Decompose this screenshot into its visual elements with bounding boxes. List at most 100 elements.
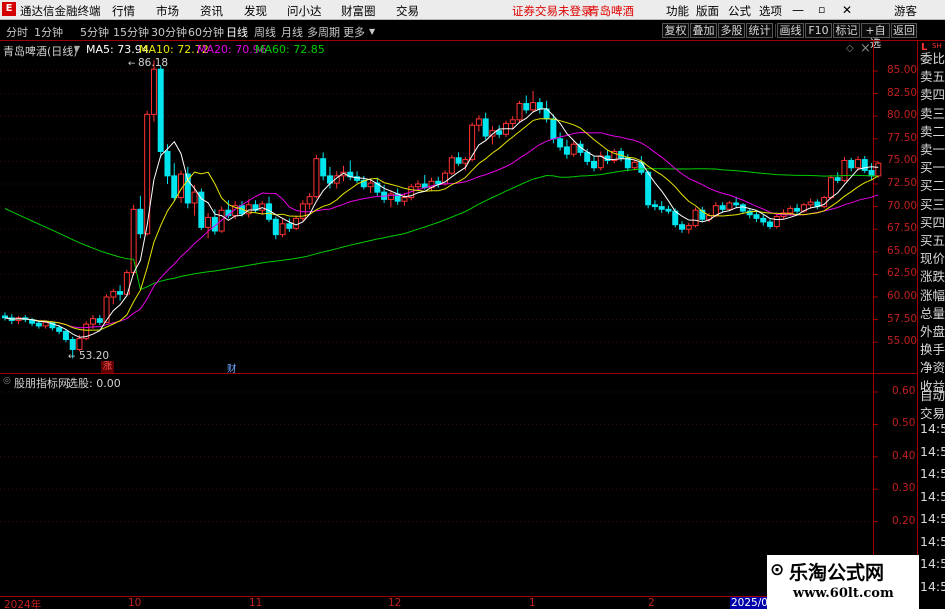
maximize-icon[interactable]: ▫ [818, 3, 825, 16]
btn-back[interactable]: 返回 [891, 23, 917, 38]
candle-body [475, 118, 482, 126]
period-1min[interactable]: 1分钟 [34, 24, 63, 40]
btn-draw-line[interactable]: 画线 [777, 23, 804, 38]
menu-function[interactable]: 功能 [666, 3, 689, 19]
btn-statistics[interactable]: 统计 [746, 23, 773, 38]
side-label: 现价 [920, 251, 945, 267]
period-intraday[interactable]: 分时 [6, 24, 28, 40]
candle-body [780, 212, 787, 218]
event-marker-up[interactable]: 涨 [101, 361, 114, 373]
period-15min[interactable]: 15分钟 [113, 24, 149, 40]
xaxis-label-2024: 2024年 [4, 599, 42, 609]
period-multi[interactable]: 多周期 [307, 24, 340, 40]
candle-body [205, 216, 212, 228]
candle-body [442, 172, 449, 185]
period-monthly[interactable]: 月线 [281, 24, 303, 40]
candle-body [645, 171, 652, 206]
candle-body [123, 272, 130, 295]
side-label: 外盘 [920, 324, 945, 339]
title-bar: E 通达信金融终端 行情 市场 资讯 发现 问小达 财富圈 交易 证券交易未登录… [0, 0, 945, 20]
price-axis-label: 57.50 [887, 312, 918, 325]
menu-discover[interactable]: 发现 [244, 3, 267, 19]
side-label: 买五 [920, 233, 945, 248]
period-30min[interactable]: 30分钟 [151, 24, 187, 40]
indicator-settings-icon[interactable]: ◎ [3, 376, 11, 386]
candle-body [56, 327, 63, 332]
candle-body [577, 143, 584, 153]
candle-body [178, 173, 185, 199]
ma5-line [4, 108, 879, 338]
candle-body [306, 196, 313, 205]
candle-body [110, 291, 117, 298]
more-dropdown-icon[interactable]: ▼ [369, 27, 375, 36]
btn-overlay[interactable]: 叠加 [690, 23, 717, 38]
menu-layout[interactable]: 版面 [696, 3, 719, 19]
btn-f10[interactable]: F10 [805, 23, 832, 38]
candle-body [2, 315, 8, 319]
candle-body [733, 202, 740, 206]
candle-body [326, 175, 333, 184]
minimize-panel-icon[interactable]: ◇ [846, 43, 854, 54]
period-60min[interactable]: 60分钟 [188, 24, 224, 40]
candle-body [455, 157, 462, 164]
candle-body [807, 201, 814, 206]
menu-trade[interactable]: 交易 [396, 3, 419, 19]
candle-body [333, 175, 340, 184]
candle-body [827, 177, 834, 199]
side-panel-border [917, 40, 918, 609]
candle-body [672, 210, 679, 226]
period-weekly[interactable]: 周线 [254, 24, 276, 40]
btn-adjust[interactable]: 复权 [662, 23, 689, 38]
top-border [0, 40, 945, 41]
app-title: 通达信金融终端 [20, 4, 101, 18]
menu-market-center[interactable]: 市场 [156, 3, 179, 19]
candle-body [266, 203, 273, 220]
candle-body [90, 318, 97, 325]
trade-login-notice[interactable]: 证券交易未登录 [512, 3, 593, 19]
side-corner-label: L [921, 42, 928, 53]
indicator-axis-label: 0.20 [892, 514, 916, 527]
candle-body [855, 159, 862, 169]
candle-body [800, 204, 807, 212]
indicator-axis-label: 0.40 [892, 449, 916, 462]
side-lower-label: 交易 [920, 406, 945, 421]
btn-multi-stock[interactable]: 多股 [718, 23, 745, 38]
candle-body [69, 338, 76, 350]
candle-body [848, 159, 855, 169]
ma60-line [4, 168, 879, 291]
period-5min[interactable]: 5分钟 [80, 24, 109, 40]
settings-dropdown-icon[interactable]: ▼ [74, 44, 80, 53]
side-time: 14:56 [920, 578, 945, 594]
btn-mark[interactable]: 标记 [833, 23, 860, 38]
side-label: 卖三 [920, 105, 945, 121]
candle-body [563, 146, 570, 155]
side-label: 买四 [920, 214, 945, 230]
close-panel-icon[interactable]: × [860, 41, 871, 56]
menu-market[interactable]: 行情 [112, 3, 135, 19]
menu-options[interactable]: 选项 [759, 3, 782, 19]
menu-news[interactable]: 资讯 [200, 3, 223, 19]
price-axis-label: 82.50 [887, 86, 918, 99]
minimize-icon[interactable]: — [792, 3, 804, 17]
candle-body [157, 68, 164, 152]
menu-wealth[interactable]: 财富圈 [341, 3, 376, 19]
period-daily[interactable]: 日线 [226, 24, 248, 40]
candle-body [611, 150, 618, 161]
kline-chart [0, 60, 882, 523]
candle-body [760, 217, 767, 223]
guest-label[interactable]: 游客 [894, 3, 917, 19]
side-label: 卖五 [920, 69, 945, 85]
side-time: 14:56 [920, 533, 945, 549]
event-marker-financial[interactable]: 财 [227, 361, 237, 375]
candle-body [821, 197, 828, 208]
candle-body [523, 103, 530, 111]
side-time: 14:56 [920, 488, 945, 504]
btn-add-watchlist[interactable]: +自选 [861, 23, 890, 50]
period-more[interactable]: 更多 [343, 24, 365, 40]
price-axis-label: 67.50 [887, 222, 918, 235]
menu-ask[interactable]: 问小达 [287, 3, 322, 19]
close-icon[interactable]: ✕ [842, 3, 852, 17]
menu-formula[interactable]: 公式 [728, 3, 751, 19]
candle-body [367, 182, 374, 188]
price-axis-label: 65.00 [887, 244, 918, 257]
